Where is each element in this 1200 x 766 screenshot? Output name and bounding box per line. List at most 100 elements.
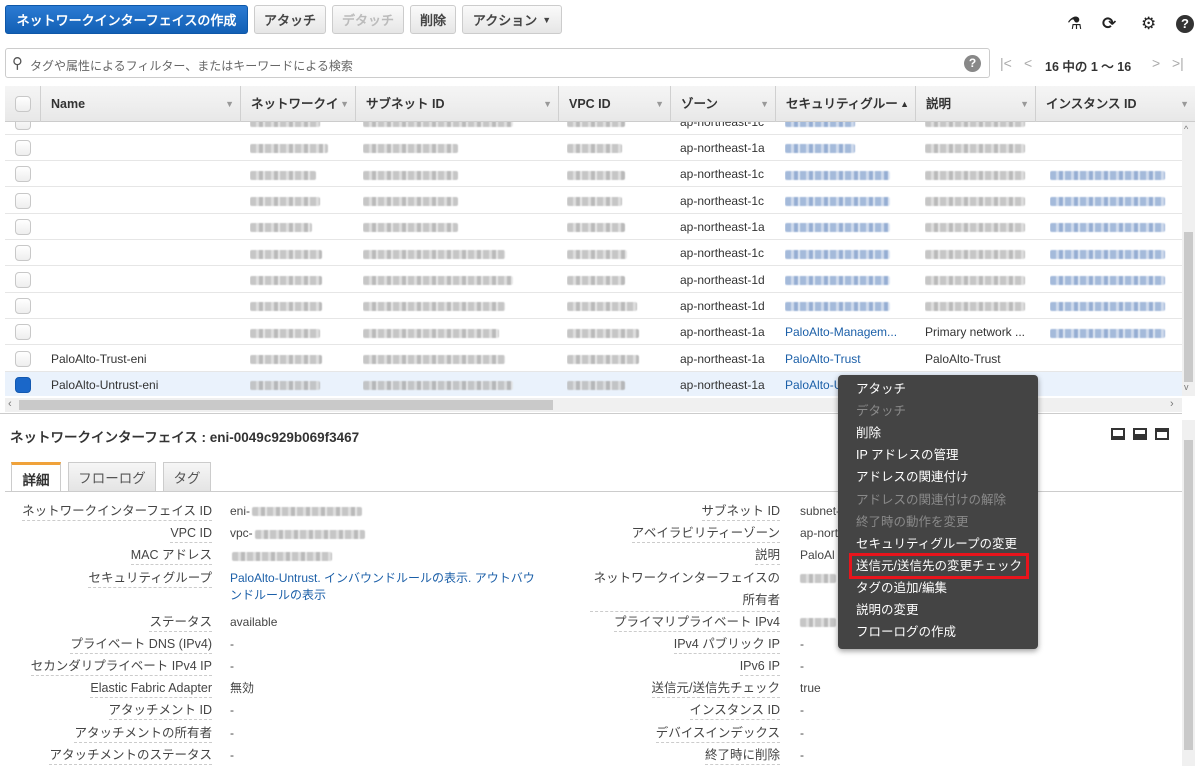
column-header[interactable]: VPC ID ▼ [558,86,670,122]
security-group-cell[interactable] [785,214,910,240]
security-group-cell[interactable] [785,240,910,266]
pane-bottom-icon[interactable] [1111,428,1125,440]
menu-item[interactable]: フローログの作成 [856,623,956,641]
sort-dropdown-icon[interactable]: ▼ [760,86,769,122]
pane-top-icon[interactable] [1155,428,1169,440]
security-group-cell[interactable] [785,267,910,293]
sort-dropdown-icon[interactable]: ▼ [543,86,552,122]
tab-tags[interactable]: タグ [163,462,211,491]
menu-item[interactable]: 削除 [856,424,881,442]
column-header-label: ゾーン [681,97,718,111]
table-row[interactable]: ap-northeast-1a PaloAlto-Managem... Primar… [5,319,1182,346]
tab-flow-logs[interactable]: フローログ [68,462,156,491]
redacted-value [250,223,312,233]
vpc-id-cell [567,240,667,266]
column-header[interactable]: ネットワークイ ▼ [240,86,355,122]
redacted-value [1050,223,1165,233]
redacted-value [567,276,625,286]
security-group-cell[interactable] [785,188,910,214]
redacted-value [363,249,505,259]
attach-button[interactable]: アタッチ [254,5,326,34]
subnet-id-cell [363,372,553,396]
detach-button[interactable]: デタッチ [332,5,404,34]
table-row[interactable]: PaloAlto-Trust-eni ap-northeast-1a PaloAlt… [5,345,1182,372]
prev-page-icon[interactable]: < [1024,55,1032,71]
row-checkbox[interactable] [15,192,31,209]
detail-value-text: - [800,703,804,718]
menu-item[interactable]: タグの追加/編集 [856,579,947,597]
table-row[interactable]: ap-northeast-1a [5,135,1182,161]
table-row[interactable]: ap-northeast-1c [5,122,1182,135]
select-all-checkbox[interactable] [15,96,31,112]
column-header[interactable]: ゾーン ▼ [670,86,775,122]
table-row[interactable]: ap-northeast-1c [5,161,1182,188]
zone-cell: ap-northeast-1a [680,220,765,235]
security-group-cell[interactable]: PaloAlto-Trust [785,346,910,372]
menu-item[interactable]: 送信元/送信先の変更チェック [849,552,1029,579]
instance-id-cell [1050,267,1175,293]
detail-value [230,547,540,564]
row-checkbox[interactable] [15,298,31,315]
row-checkbox[interactable] [15,140,31,156]
column-header[interactable]: サブネット ID ▼ [355,86,558,122]
row-checkbox[interactable] [15,245,31,262]
sort-dropdown-icon[interactable]: ▼ [1180,86,1189,122]
vpc-id-cell [567,267,667,293]
help-icon[interactable]: ? [1176,15,1194,33]
search-help-icon[interactable]: ? [964,55,981,72]
security-group-cell[interactable] [785,161,910,187]
menu-item[interactable]: セキュリティグループの変更 [856,535,1017,553]
menu-item[interactable]: 説明の変更 [856,601,919,619]
table-row[interactable]: ap-northeast-1c [5,187,1182,214]
row-checkbox[interactable] [15,219,31,236]
menu-item[interactable]: IP アドレスの管理 [856,446,959,464]
search-input[interactable]: ⚲ タグや属性によるフィルター、またはキーワードによる検索 ? [5,48,990,78]
create-network-interface-button[interactable]: ネットワークインターフェイスの作成 [5,5,248,34]
sort-dropdown-icon[interactable]: ▼ [655,86,664,122]
security-group-cell[interactable] [785,135,910,161]
row-checkbox[interactable] [15,122,31,130]
menu-item[interactable]: アタッチ [856,380,906,398]
sort-dropdown-icon[interactable]: ▼ [340,86,349,122]
row-checkbox[interactable] [15,377,31,394]
sort-dropdown-icon[interactable]: ▼ [225,86,234,122]
security-group-cell[interactable] [785,293,910,319]
column-header[interactable]: インスタンス ID ▼ [1035,86,1195,122]
column-header[interactable]: 説明 ▼ [915,86,1035,122]
next-page-icon[interactable]: > [1152,55,1160,71]
security-group-cell[interactable]: PaloAlto-Managem... [785,319,910,345]
row-checkbox[interactable] [15,271,31,288]
instance-id-cell [1050,122,1175,135]
first-page-icon[interactable]: |< [1000,55,1012,71]
sort-dropdown-icon[interactable]: ▼ [1020,86,1029,122]
menu-item[interactable]: アドレスの関連付け [856,468,969,486]
gear-icon[interactable]: ⚙ [1141,14,1156,34]
table-row[interactable]: ap-northeast-1c [5,240,1182,267]
row-checkbox[interactable] [15,324,31,341]
security-group-cell[interactable] [785,122,910,135]
name-cell [51,188,236,214]
pane-split-icon[interactable] [1133,428,1147,440]
table-row[interactable]: ap-northeast-1a [5,214,1182,241]
sort-ascending-icon[interactable]: ▲ [900,86,909,122]
subnet-id-cell [363,319,553,345]
tab-details[interactable]: 詳細 [11,462,61,492]
column-header[interactable]: Name ▼ [40,86,240,122]
table-vertical-scrollbar[interactable]: ^ v [1182,122,1195,396]
vpc-id-cell [567,372,667,396]
last-page-icon[interactable]: >| [1172,55,1184,71]
detail-vertical-scrollbar[interactable] [1182,420,1195,766]
redacted-value [567,355,639,365]
detail-value[interactable]: PaloAlto-Untrust. インバウンドルールの表示. アウトバウンドル… [230,570,540,604]
row-checkbox[interactable] [15,350,31,367]
actions-dropdown[interactable]: アクション ▼ [462,5,562,34]
flask-icon[interactable]: ⚗ [1067,14,1082,34]
table-row[interactable]: ap-northeast-1d [5,266,1182,293]
refresh-icon[interactable]: ⟳ [1102,14,1116,34]
vpc-id-cell [567,188,667,214]
redacted-value [363,223,458,233]
delete-button[interactable]: 削除 [410,5,456,34]
column-header[interactable]: セキュリティグルー ▲ [775,86,915,122]
table-row[interactable]: ap-northeast-1d [5,293,1182,320]
row-checkbox[interactable] [15,166,31,183]
